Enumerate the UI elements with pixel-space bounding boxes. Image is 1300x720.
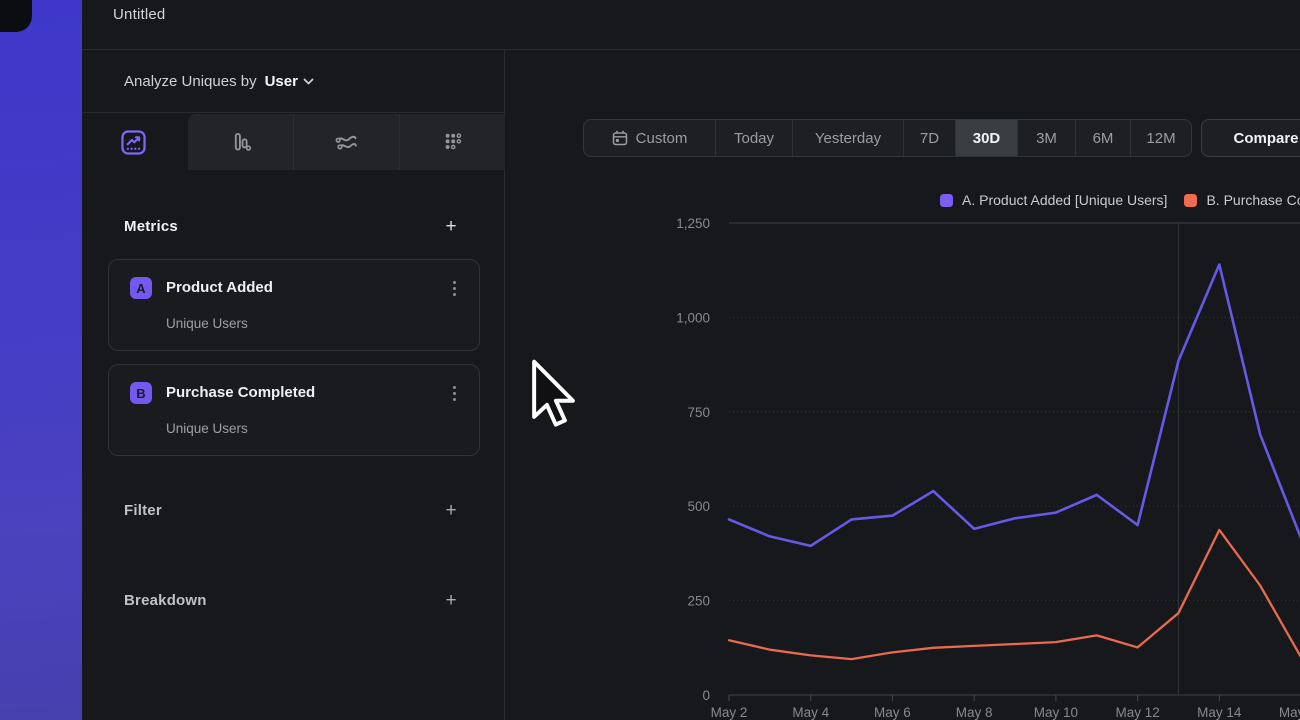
metric-options-button[interactable] xyxy=(445,277,463,299)
series-line-b xyxy=(729,530,1300,659)
range-yesterday[interactable]: Yesterday xyxy=(792,120,903,156)
metric-name: Purchase Completed xyxy=(166,384,315,401)
flows-icon xyxy=(333,129,360,156)
series-line-a xyxy=(729,265,1300,546)
metric-badge-a: A xyxy=(130,277,152,299)
retention-icon xyxy=(440,129,466,155)
window-corner xyxy=(0,0,32,32)
tab-retention[interactable] xyxy=(399,114,505,170)
range-label: Custom xyxy=(636,130,688,147)
line-chart-icon xyxy=(120,129,147,156)
range-7d[interactable]: 7D xyxy=(903,120,955,156)
range-30d[interactable]: 30D xyxy=(955,120,1017,156)
bar-chart-icon xyxy=(228,129,254,155)
calendar-icon xyxy=(612,130,628,146)
metric-card-b[interactable]: B Purchase Completed Unique Users xyxy=(108,364,480,456)
analyze-by-value: User xyxy=(265,73,298,90)
add-filter-button[interactable]: + xyxy=(442,503,460,521)
tab-flows[interactable] xyxy=(293,114,399,170)
add-metric-button[interactable]: + xyxy=(442,219,460,237)
add-breakdown-button[interactable]: + xyxy=(442,593,460,611)
y-axis-tick-label: 1,000 xyxy=(676,310,710,325)
date-range-picker: Custom Today Yesterday 7D 30D 3M 6M 12M xyxy=(583,119,1192,157)
metric-measurement[interactable]: Unique Users xyxy=(166,421,248,436)
x-axis-tick-label: May 6 xyxy=(874,705,911,720)
y-axis-tick-label: 1,250 xyxy=(676,216,710,231)
filter-header: Filter xyxy=(124,502,162,519)
y-axis-tick-label: 500 xyxy=(687,499,710,514)
x-axis-tick-label: May 12 xyxy=(1115,705,1159,720)
chart-type-tab-group xyxy=(188,114,505,170)
sidebar: Analyze Uniques by User xyxy=(82,50,505,720)
metric-measurement[interactable]: Unique Users xyxy=(166,316,248,331)
analytics-app-window: Untitled Analyze Uniques by User xyxy=(82,0,1300,720)
x-axis-tick-label: May 16 xyxy=(1279,705,1300,720)
tab-bar-chart[interactable] xyxy=(188,114,293,170)
x-axis-tick-label: May 2 xyxy=(711,705,748,720)
desktop-wallpaper xyxy=(0,0,82,720)
metric-badge-b: B xyxy=(130,382,152,404)
range-custom[interactable]: Custom xyxy=(584,120,715,156)
y-axis-tick-label: 0 xyxy=(702,688,710,703)
range-6m[interactable]: 6M xyxy=(1075,120,1130,156)
x-axis-tick-label: May 14 xyxy=(1197,705,1242,720)
metric-name: Product Added xyxy=(166,279,273,296)
range-3m[interactable]: 3M xyxy=(1017,120,1075,156)
metric-card-a[interactable]: A Product Added Unique Users xyxy=(108,259,480,351)
y-axis-tick-label: 250 xyxy=(687,594,710,609)
metrics-header: Metrics xyxy=(124,218,178,235)
titlebar: Untitled xyxy=(82,0,1300,50)
line-chart[interactable]: 0 250 500 750 1,000 1,250 May 2 May 4 May 6 May 8… xyxy=(540,190,1300,720)
tab-line-chart[interactable] xyxy=(118,127,149,158)
report-title[interactable]: Untitled xyxy=(113,6,165,23)
chart-type-tabs xyxy=(82,114,504,170)
breakdown-header: Breakdown xyxy=(124,592,207,609)
analyze-label: Analyze Uniques by xyxy=(124,73,257,90)
range-12m[interactable]: 12M xyxy=(1130,120,1191,156)
y-axis-tick-label: 750 xyxy=(687,405,710,420)
metric-options-button[interactable] xyxy=(445,382,463,404)
x-axis-tick-label: May 10 xyxy=(1034,705,1078,720)
x-axis-tick-label: May 4 xyxy=(792,705,829,720)
analyze-by-dropdown[interactable]: User xyxy=(265,73,314,90)
x-axis-tick-label: May 8 xyxy=(956,705,993,720)
compare-button[interactable]: Compare xyxy=(1201,119,1300,157)
range-today[interactable]: Today xyxy=(715,120,792,156)
chevron-down-icon xyxy=(303,78,314,85)
analyze-row: Analyze Uniques by User xyxy=(82,50,504,113)
